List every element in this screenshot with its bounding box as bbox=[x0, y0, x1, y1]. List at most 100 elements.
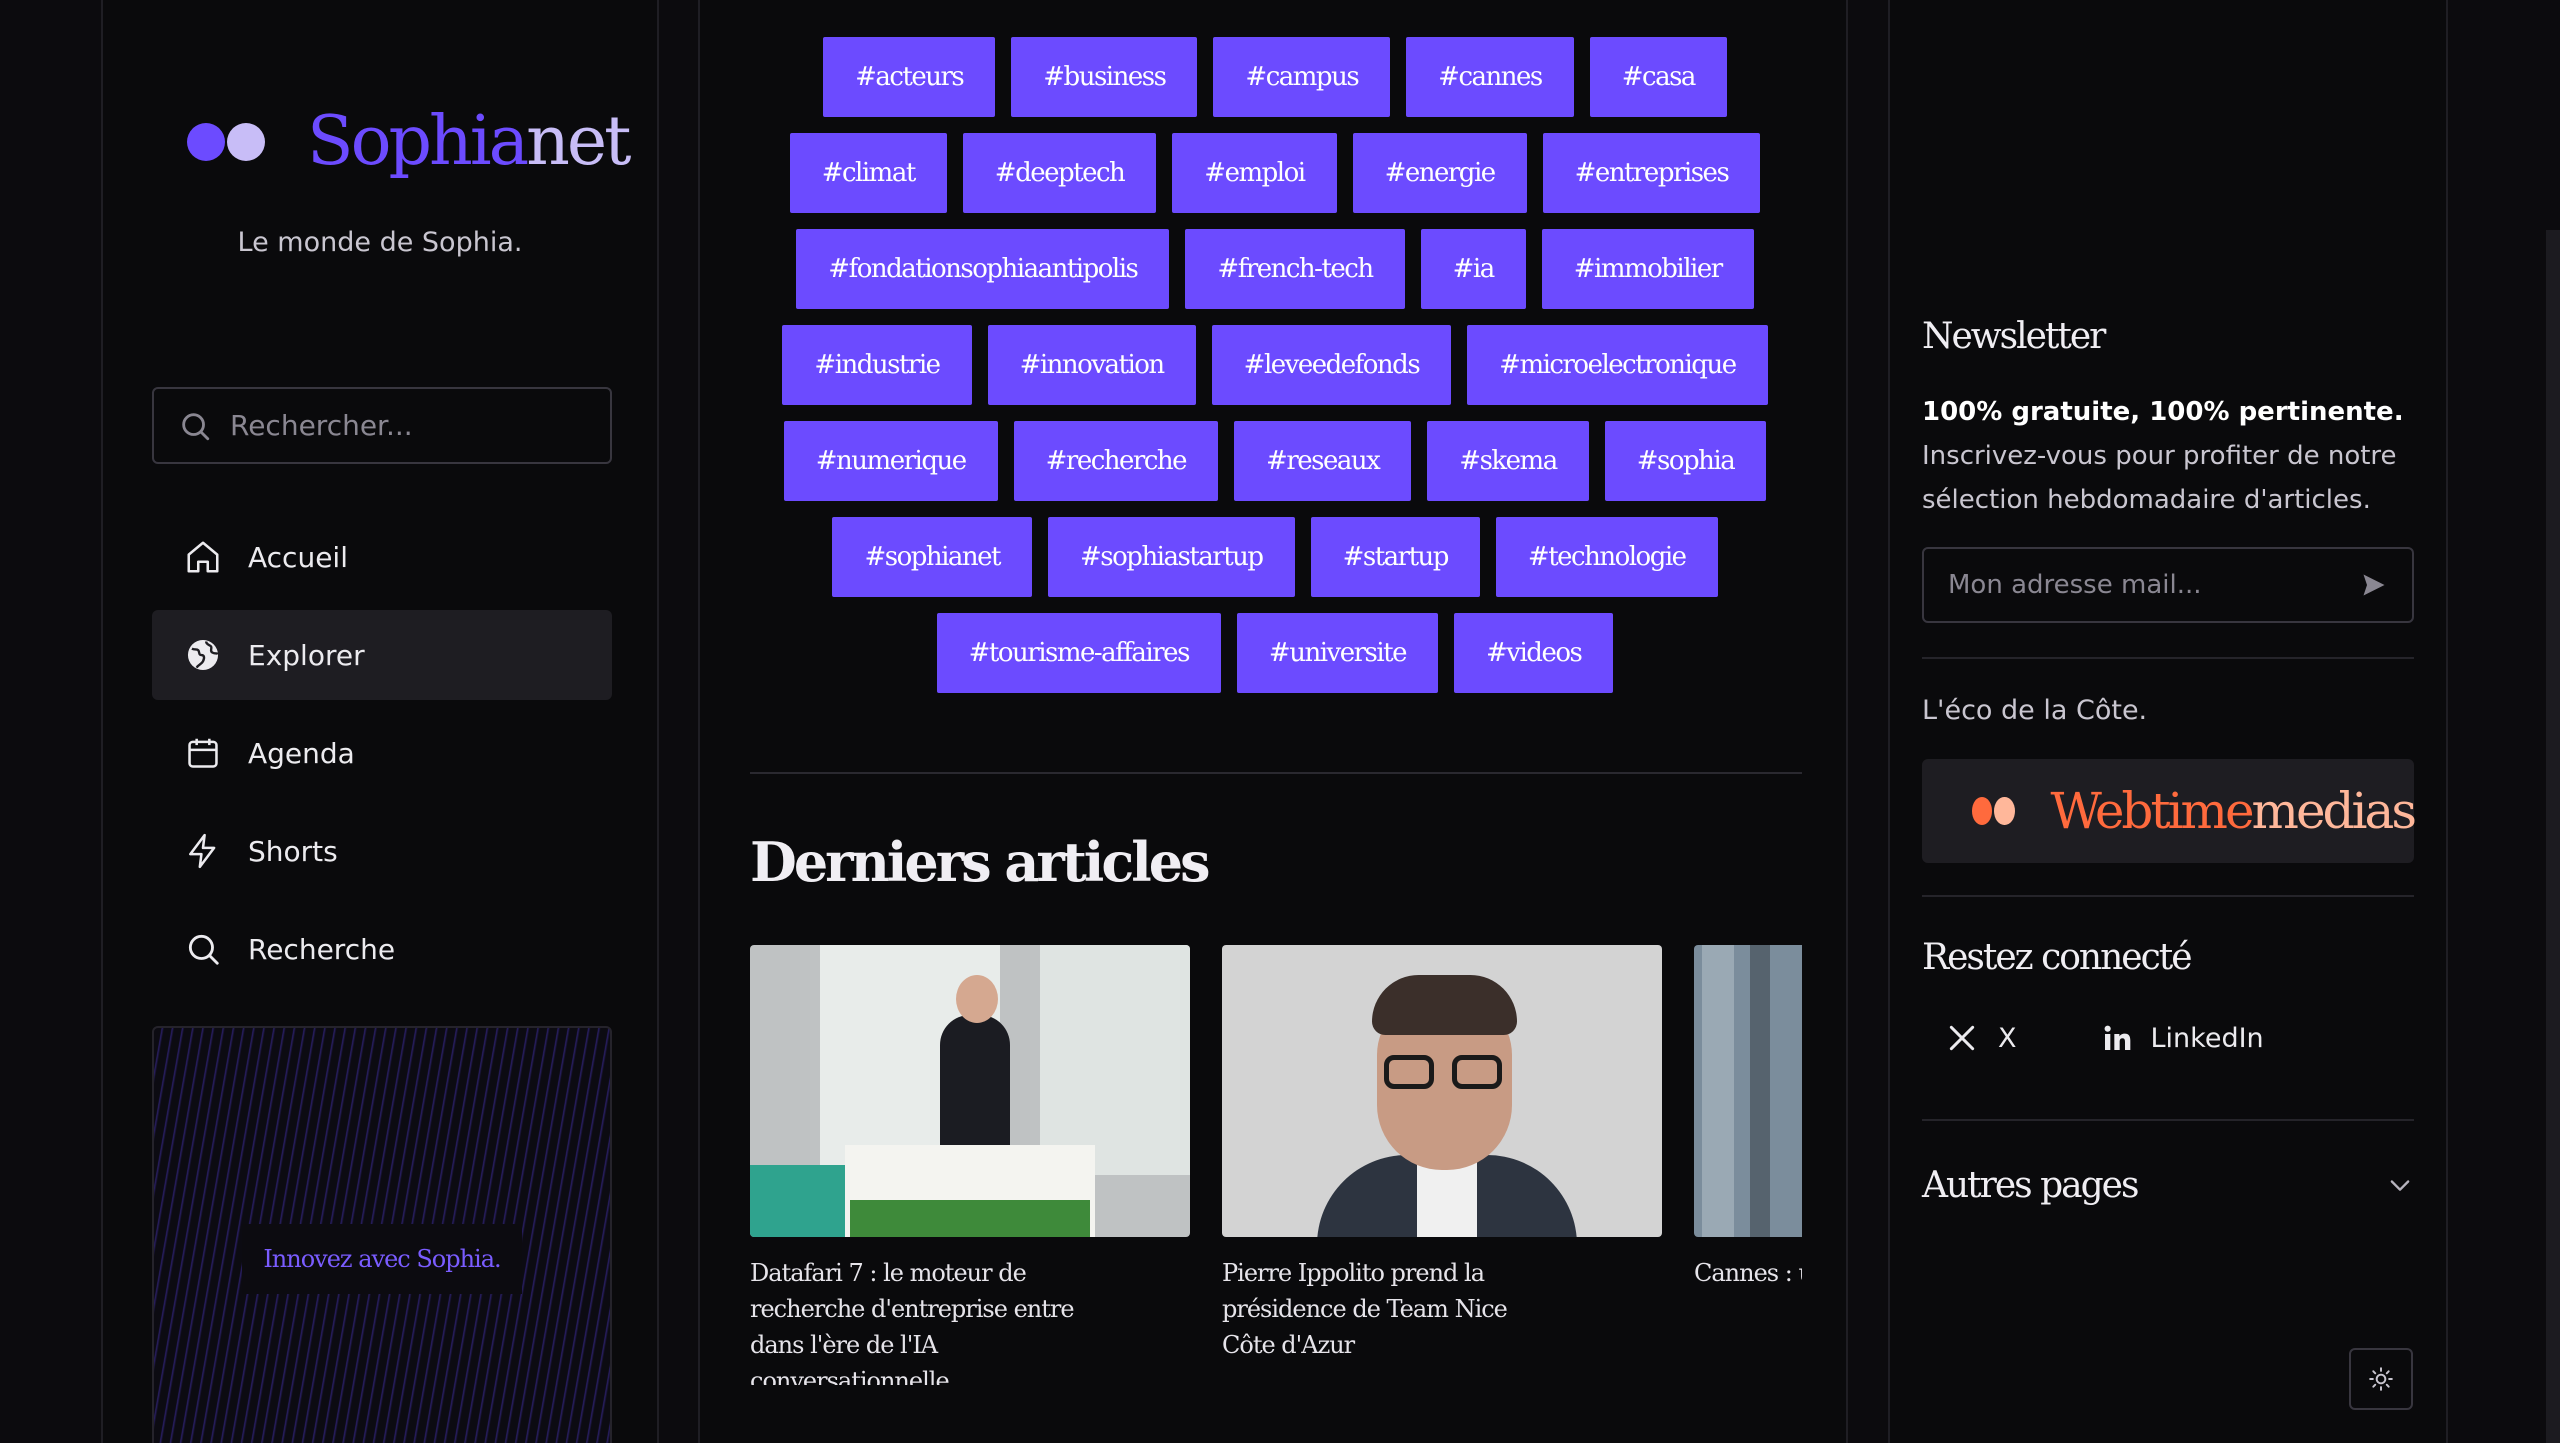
social-link-label: LinkedIn bbox=[2150, 1022, 2264, 1054]
right-sidebar: Newsletter 100% gratuite, 100% pertinent… bbox=[1888, 0, 2448, 1443]
tag-link[interactable]: #tourisme-affaires bbox=[936, 613, 1221, 693]
tag-link[interactable]: #campus bbox=[1213, 37, 1391, 117]
other-pages-accordion[interactable]: Autres pages bbox=[1922, 1155, 2414, 1215]
article-thumbnail[interactable] bbox=[1222, 945, 1662, 1237]
partner-dot-icon bbox=[1994, 797, 2015, 825]
logo-dot-icon bbox=[227, 123, 265, 161]
send-icon[interactable] bbox=[2360, 571, 2388, 599]
email-field[interactable] bbox=[1948, 570, 2360, 600]
lightning-icon bbox=[189, 833, 216, 869]
nav-item-label: Recherche bbox=[248, 932, 396, 966]
nav-item-recherche[interactable]: Recherche bbox=[152, 904, 612, 994]
home-icon bbox=[187, 541, 219, 573]
nav-item-label: Shorts bbox=[248, 834, 338, 868]
tag-link[interactable]: #videos bbox=[1454, 613, 1614, 693]
divider bbox=[1922, 1119, 2414, 1121]
nav-item-label: Accueil bbox=[248, 540, 348, 574]
tag-link[interactable]: #technologie bbox=[1495, 517, 1718, 597]
social-link-linkedin[interactable]: LinkedIn bbox=[2101, 1022, 2264, 1054]
tag-link[interactable]: #recherche bbox=[1013, 421, 1219, 501]
main-nav: Accueil Explorer Agenda Shorts Recherche bbox=[152, 512, 612, 1002]
tag-cloud: #acteurs #business #campus #cannes #casa #cli… bbox=[750, 37, 1800, 693]
search-input[interactable] bbox=[230, 409, 590, 442]
partner-wordmark: Webtimemedias bbox=[2050, 782, 2417, 840]
social-link-label: X bbox=[1998, 1022, 2017, 1054]
social-links: X LinkedIn bbox=[1922, 1022, 2264, 1054]
tag-link[interactable]: #microelectronique bbox=[1467, 325, 1768, 405]
main-content: #acteurs #business #campus #cannes #casa #cli… bbox=[698, 0, 1848, 1443]
partner-label: L'éco de la Côte. bbox=[1922, 695, 2148, 726]
articles-carousel[interactable]: Datafari 7 : le moteur de recherche d'en… bbox=[750, 945, 1802, 1385]
globe-icon bbox=[187, 639, 220, 671]
page-scrollbar[interactable] bbox=[2546, 230, 2560, 1443]
article-title[interactable]: Pierre Ippolito prend la présidence de T… bbox=[1222, 1255, 1562, 1363]
tag-link[interactable]: #french-tech bbox=[1185, 229, 1405, 309]
nav-item-accueil[interactable]: Accueil bbox=[152, 512, 612, 602]
tag-link[interactable]: #climat bbox=[789, 133, 947, 213]
nav-item-shorts[interactable]: Shorts bbox=[152, 806, 612, 896]
calendar-icon bbox=[188, 738, 218, 768]
tagline: Le monde de Sophia. bbox=[237, 227, 523, 258]
divider bbox=[1922, 895, 2414, 897]
tag-link[interactable]: #cannes bbox=[1406, 37, 1574, 117]
nav-item-agenda[interactable]: Agenda bbox=[152, 708, 612, 798]
other-pages-heading: Autres pages bbox=[1922, 1164, 2139, 1206]
divider bbox=[750, 772, 1802, 774]
tag-link[interactable]: #innovation bbox=[987, 325, 1196, 405]
newsletter-description: Inscrivez-vous pour profiter de notre sé… bbox=[1922, 441, 2397, 515]
tag-link[interactable]: #entreprises bbox=[1542, 133, 1761, 213]
search-box[interactable] bbox=[152, 387, 612, 464]
tag-link[interactable]: #deeptech bbox=[962, 133, 1157, 213]
logo-wordmark: Sophianet bbox=[307, 102, 632, 181]
tag-link[interactable]: #ia bbox=[1420, 229, 1526, 309]
nav-item-label: Agenda bbox=[248, 736, 355, 770]
newsletter-heading: Newsletter bbox=[1922, 316, 2106, 357]
tag-link[interactable]: #leveedefonds bbox=[1211, 325, 1452, 405]
tag-link[interactable]: #sophiastartup bbox=[1048, 517, 1295, 597]
logo-dot-icon bbox=[187, 123, 225, 161]
article-card[interactable]: Datafari 7 : le moteur de recherche d'en… bbox=[750, 945, 1190, 1385]
tag-link[interactable]: #industrie bbox=[782, 325, 972, 405]
tag-link[interactable]: #energie bbox=[1352, 133, 1527, 213]
article-card[interactable]: Cannes : un l'infrastruc bbox=[1694, 945, 1802, 1291]
tag-link[interactable]: #immobilier bbox=[1541, 229, 1754, 309]
newsletter-form bbox=[1922, 547, 2414, 623]
article-title[interactable]: Cannes : un l'infrastruc bbox=[1694, 1255, 1802, 1291]
nav-item-label: Explorer bbox=[248, 638, 365, 672]
tag-link[interactable]: #universite bbox=[1236, 613, 1439, 693]
social-heading: Restez connecté bbox=[1922, 937, 2193, 978]
divider bbox=[1922, 657, 2414, 659]
tag-link[interactable]: #reseaux bbox=[1234, 421, 1412, 501]
nav-item-explorer[interactable]: Explorer bbox=[152, 610, 612, 700]
x-logo-icon bbox=[1949, 1025, 1975, 1051]
webtimemedias-link[interactable]: Webtimemedias bbox=[1922, 759, 2417, 863]
search-icon bbox=[188, 934, 219, 965]
promo-button[interactable]: Innovez avec Sophia. bbox=[242, 1224, 522, 1294]
tag-link[interactable]: #sophianet bbox=[832, 517, 1033, 597]
left-sidebar: Sophianet Le monde de Sophia. Accueil Ex… bbox=[101, 0, 659, 1443]
tag-link[interactable]: #fondationsophiaantipolis bbox=[796, 229, 1170, 309]
tag-link[interactable]: #business bbox=[1011, 37, 1198, 117]
newsletter-tagline: 100% gratuite, 100% pertinente. bbox=[1922, 397, 2404, 427]
promo-banner: Innovez avec Sophia. bbox=[152, 1026, 612, 1443]
article-thumbnail[interactable] bbox=[1694, 945, 1802, 1237]
tag-link[interactable]: #numerique bbox=[783, 421, 998, 501]
linkedin-icon bbox=[2104, 1025, 2130, 1050]
theme-toggle-button[interactable] bbox=[2349, 1348, 2413, 1410]
tag-link[interactable]: #startup bbox=[1310, 517, 1480, 597]
article-thumbnail[interactable] bbox=[750, 945, 1190, 1237]
section-title: Derniers articles bbox=[750, 830, 1210, 894]
sophianet-logo[interactable]: Sophianet bbox=[187, 102, 632, 181]
tag-link[interactable]: #skema bbox=[1427, 421, 1589, 501]
tag-link[interactable]: #casa bbox=[1589, 37, 1727, 117]
sun-icon bbox=[2369, 1367, 2393, 1391]
search-icon bbox=[182, 412, 210, 440]
partner-dot-icon bbox=[1972, 797, 1993, 825]
tag-link[interactable]: #acteurs bbox=[823, 37, 996, 117]
tag-link[interactable]: #emploi bbox=[1172, 133, 1337, 213]
tag-link[interactable]: #sophia bbox=[1604, 421, 1767, 501]
social-link-x[interactable]: X bbox=[1946, 1022, 2017, 1054]
chevron-down-icon bbox=[2390, 1180, 2410, 1191]
article-title[interactable]: Datafari 7 : le moteur de recherche d'en… bbox=[750, 1255, 1090, 1385]
article-card[interactable]: Pierre Ippolito prend la présidence de T… bbox=[1222, 945, 1662, 1363]
